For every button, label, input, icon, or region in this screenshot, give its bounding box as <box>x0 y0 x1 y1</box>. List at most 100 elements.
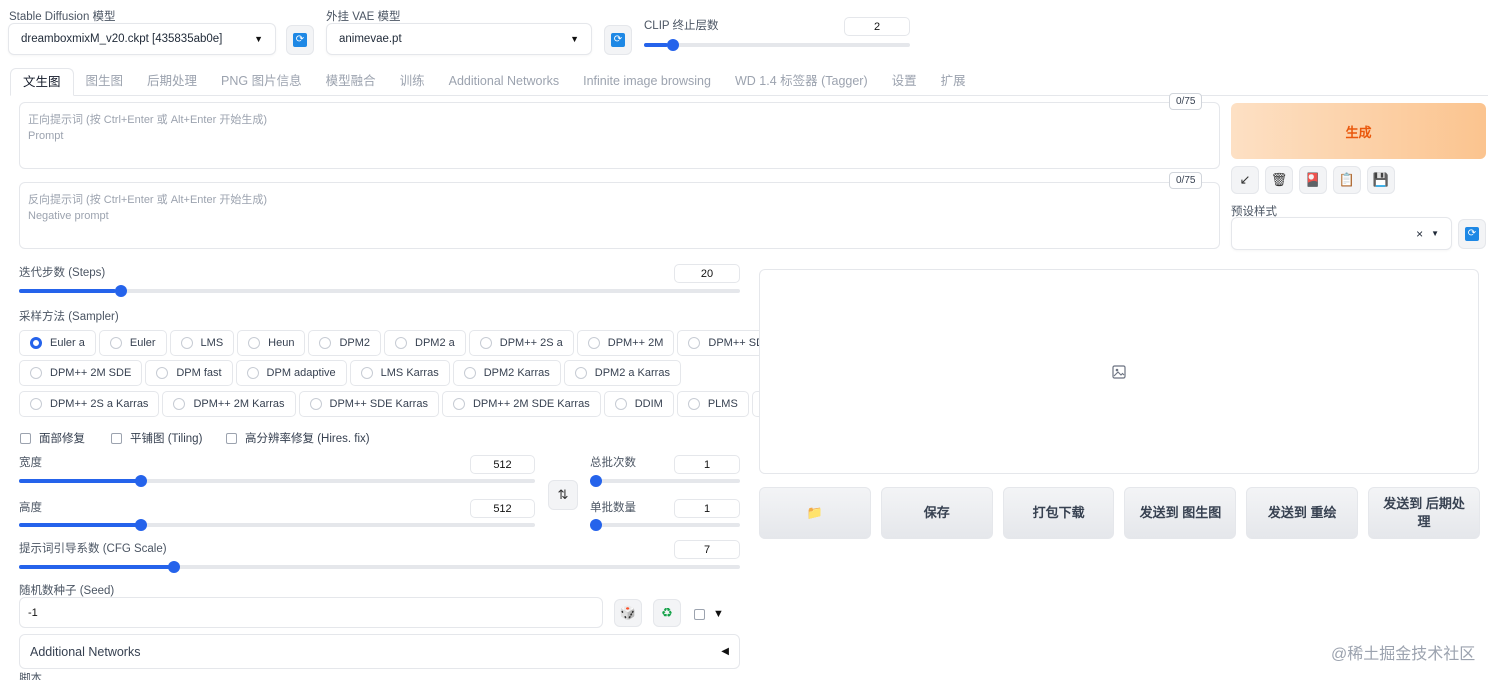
tab-png-info[interactable]: PNG 图片信息 <box>209 68 314 95</box>
sampler-option[interactable]: DPM fast <box>145 360 233 386</box>
width-number-input[interactable]: 512 <box>470 455 535 474</box>
sampler-option[interactable]: DPM++ SDE Karras <box>298 391 439 417</box>
main-tabs: 文生图 图生图 后期处理 PNG 图片信息 模型融合 训练 Additional Netwo… <box>10 68 1488 96</box>
vae-refresh-button[interactable]: ⟳ <box>604 25 632 55</box>
sampler-option[interactable]: DPM++ 2M Karras <box>162 391 296 417</box>
sampler-option[interactable]: DPM2 Karras <box>452 360 561 386</box>
random-seed-button[interactable]: 🎲 <box>614 599 642 627</box>
send-to-extras-button[interactable]: 发送到 后期处理 <box>1368 487 1480 539</box>
vae-label: 外挂 VAE 模型 <box>326 11 401 23</box>
generate-button[interactable]: 生成 <box>1231 103 1486 159</box>
width-slider[interactable] <box>19 475 535 487</box>
clear-icon[interactable]: × <box>1416 227 1423 241</box>
tab-extensions[interactable]: 扩展 <box>929 68 978 95</box>
radio-dot <box>452 398 465 410</box>
batch-count-slider[interactable] <box>590 475 740 487</box>
tab-settings[interactable]: 设置 <box>880 68 929 95</box>
output-buttons: 📁 保存 打包下载 发送到 图生图 发送到 重绘 发送到 后期处理 <box>759 487 1480 539</box>
save-style-icon: 💾 <box>1372 172 1390 187</box>
radio-dot <box>173 398 186 410</box>
cfg-slider[interactable] <box>19 561 740 573</box>
dice-icon: 🎲 <box>619 605 637 620</box>
tab-merge[interactable]: 模型融合 <box>314 68 388 95</box>
send-to-img2img-button[interactable]: 发送到 图生图 <box>1124 487 1237 539</box>
tab-train[interactable]: 训练 <box>388 68 437 95</box>
prompt-textarea[interactable]: 正向提示词 (按 Ctrl+Enter 或 Alt+Enter 开始生成) Pr… <box>19 102 1220 169</box>
sd-model-label: Stable Diffusion 模型 <box>9 11 116 23</box>
restore-faces-checkbox[interactable]: 面部修复 <box>20 430 85 446</box>
tab-image-browsing[interactable]: Infinite image browsing <box>571 68 723 95</box>
prompt-placeholder: 正向提示词 (按 Ctrl+Enter 或 Alt+Enter 开始生成) <box>28 114 267 126</box>
save-style-button[interactable]: 💾 <box>1367 166 1395 194</box>
vae-select[interactable]: animevae.pt ▼ <box>326 23 592 55</box>
steps-number-input[interactable]: 20 <box>674 264 740 283</box>
sampler-option[interactable]: Euler a <box>19 330 96 356</box>
styles-refresh-button[interactable]: ⟳ <box>1458 219 1486 249</box>
sampler-option[interactable]: DPM adaptive <box>235 360 347 386</box>
tab-extras[interactable]: 后期处理 <box>135 68 209 95</box>
batch-count-label: 总批次数 <box>590 457 636 469</box>
accordion-title: Additional Networks <box>30 644 141 659</box>
read-params-button[interactable]: ↙ <box>1231 166 1259 194</box>
sampler-option[interactable]: LMS <box>169 330 235 356</box>
sampler-option[interactable]: DPM++ 2S a Karras <box>19 391 160 417</box>
sampler-option[interactable]: PLMS <box>676 391 749 417</box>
sampler-option[interactable]: LMS Karras <box>349 360 450 386</box>
styles-select[interactable]: × ▼ <box>1231 217 1452 250</box>
radio-dot <box>248 337 261 349</box>
extra-seed-checkbox[interactable]: ▼ <box>694 608 724 620</box>
negative-prompt-placeholder: 反向提示词 (按 Ctrl+Enter 或 Alt+Enter 开始生成) <box>28 194 267 206</box>
send-to-inpaint-button[interactable]: 发送到 重绘 <box>1246 487 1359 539</box>
batch-size-number-input[interactable]: 1 <box>674 499 740 518</box>
tiling-checkbox[interactable]: 平铺图 (Tiling) <box>111 430 202 446</box>
radio-dot <box>395 337 408 349</box>
sampler-option[interactable]: DPM2 a Karras <box>563 360 681 386</box>
toolbar: ↙ 🗑 🎴 📋 💾 <box>1231 166 1395 194</box>
height-slider[interactable] <box>19 519 535 531</box>
negative-token-counter: 0/75 <box>1169 172 1203 189</box>
zip-download-button[interactable]: 打包下载 <box>1002 487 1115 539</box>
sampler-option[interactable]: DDIM <box>603 391 674 417</box>
extra-networks-button[interactable]: 🎴 <box>1299 166 1327 194</box>
sampler-row: DPM++ 2S a Karras DPM++ 2M Karras DPM++ SD… <box>19 391 829 417</box>
sampler-option-label: LMS <box>200 337 224 349</box>
swap-dimensions-button[interactable]: ⇅ <box>548 480 578 510</box>
batch-count-number-input[interactable]: 1 <box>674 455 740 474</box>
sampler-option[interactable]: DPM++ 2M SDE Karras <box>441 391 601 417</box>
save-button[interactable]: 保存 <box>880 487 993 539</box>
sampler-option-label: PLMS <box>707 398 738 410</box>
additional-networks-accordion[interactable]: Additional Networks ◀ <box>19 634 740 669</box>
cfg-number-input[interactable]: 7 <box>674 540 740 559</box>
sampler-option[interactable]: DPM++ 2S a <box>468 330 574 356</box>
height-number-input[interactable]: 512 <box>470 499 535 518</box>
sampler-option-label: DPM++ 2M <box>607 337 664 349</box>
sampler-option-label: Euler a <box>50 337 85 349</box>
sampler-option[interactable]: DPM2 a <box>384 330 466 356</box>
trash-icon: 🗑 <box>1270 172 1288 187</box>
radio-dot <box>30 367 42 379</box>
sd-model-select[interactable]: dreamboxmixM_v20.ckpt [435835ab0e] ▼ <box>8 23 276 55</box>
sd-model-refresh-button[interactable]: ⟳ <box>286 25 314 55</box>
tab-tagger[interactable]: WD 1.4 标签器 (Tagger) <box>723 68 880 95</box>
sampler-option-label: DPM++ SDE Karras <box>329 398 428 410</box>
reuse-seed-button[interactable]: ♻ <box>653 599 681 627</box>
batch-size-slider[interactable] <box>590 519 740 531</box>
clip-slider[interactable] <box>644 39 910 51</box>
sampler-option[interactable]: Heun <box>237 330 306 356</box>
sampler-option[interactable]: DPM2 <box>308 330 382 356</box>
prompt-token-counter: 0/75 <box>1169 93 1203 110</box>
hires-fix-checkbox[interactable]: 高分辨率修复 (Hires. fix) <box>226 430 370 446</box>
sampler-option[interactable]: DPM++ 2M SDE <box>19 360 143 386</box>
clear-prompt-button[interactable]: 🗑 <box>1265 166 1293 194</box>
sampler-option[interactable]: Euler <box>98 330 167 356</box>
negative-prompt-textarea[interactable]: 反向提示词 (按 Ctrl+Enter 或 Alt+Enter 开始生成) Ne… <box>19 182 1220 249</box>
seed-input[interactable]: -1 <box>19 597 603 628</box>
steps-slider[interactable] <box>19 285 740 297</box>
apply-style-button[interactable]: 📋 <box>1333 166 1361 194</box>
tab-additional-networks[interactable]: Additional Networks <box>437 68 571 95</box>
tab-img2img[interactable]: 图生图 <box>74 68 136 95</box>
sampler-option[interactable]: DPM++ 2M <box>576 330 675 356</box>
open-folder-button[interactable]: 📁 <box>759 487 871 539</box>
clip-number-input[interactable]: 2 <box>844 17 910 36</box>
tab-txt2img[interactable]: 文生图 <box>10 68 74 96</box>
